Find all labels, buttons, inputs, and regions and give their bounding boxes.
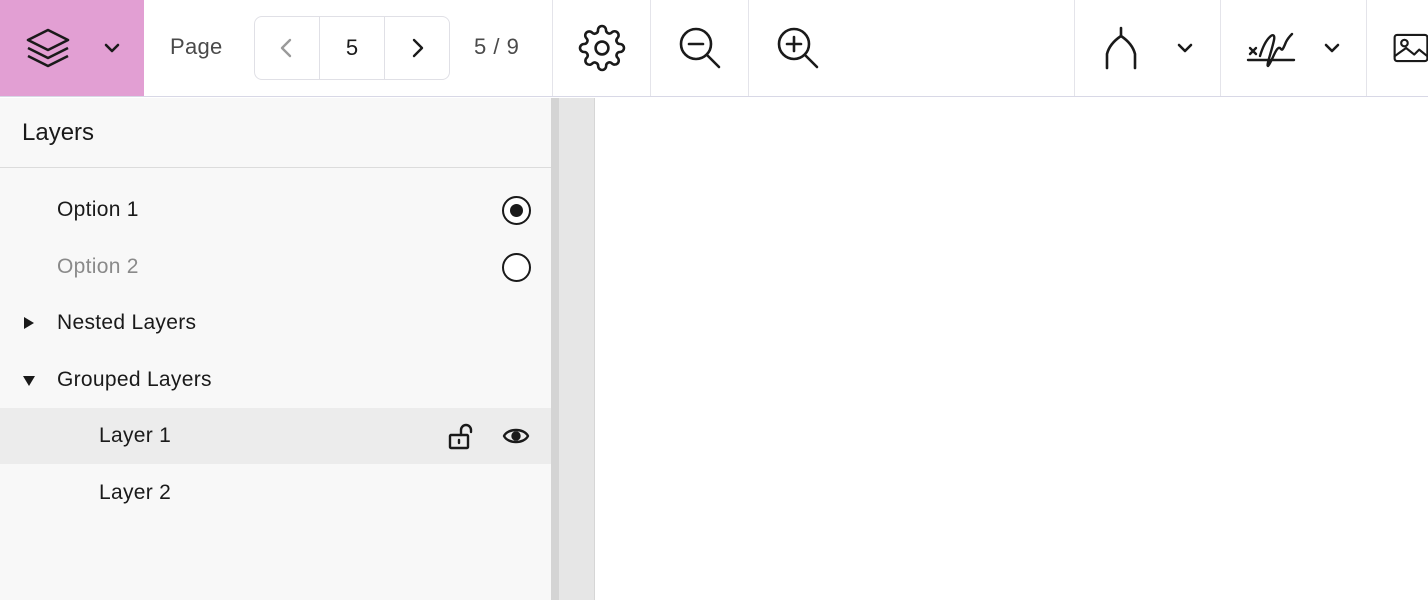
caret-right-icon[interactable]	[22, 316, 36, 330]
layer-label: Layer 1	[99, 424, 172, 447]
chevron-left-icon	[280, 38, 292, 58]
layer-option-row[interactable]: Option 1	[0, 182, 551, 238]
layer-group-label: Nested Layers	[57, 311, 197, 334]
gear-icon	[578, 24, 625, 72]
radio-button-unchecked[interactable]	[502, 252, 531, 282]
radio-dot	[510, 203, 523, 217]
chevron-down-icon	[104, 43, 120, 53]
zoom-out-icon	[679, 27, 720, 69]
layers-panel: Layers Option 1 Option 2 Nested Layers G…	[0, 98, 551, 600]
layer-option-label: Option 1	[57, 198, 139, 221]
layer-label: Layer 2	[99, 481, 172, 504]
layer-group-label: Grouped Layers	[57, 368, 212, 391]
image-icon	[1393, 33, 1428, 63]
layer-row[interactable]: Layer 2	[0, 465, 551, 521]
layer-option-label: Option 2	[57, 255, 139, 278]
eye-icon[interactable]	[502, 424, 530, 448]
chevron-down-icon	[1177, 43, 1192, 53]
chevron-down-icon	[1324, 43, 1339, 53]
previous-page-button[interactable]	[255, 17, 319, 79]
radio-button-checked[interactable]	[502, 195, 531, 225]
panel-scrollbar[interactable]	[551, 98, 559, 600]
settings-button[interactable]	[553, 0, 650, 96]
unlock-icon[interactable]	[447, 423, 475, 451]
zoom-out-button[interactable]	[651, 0, 748, 96]
signature-tool-button[interactable]	[1221, 0, 1366, 96]
next-page-button[interactable]	[385, 17, 449, 79]
signature-icon	[1246, 32, 1295, 68]
document-page[interactable]	[594, 98, 1428, 600]
layers-panel-title: Layers	[0, 98, 551, 168]
caret-down-icon[interactable]	[22, 373, 36, 387]
toolbar: Page 5 5 / 9	[0, 0, 1428, 97]
image-tool-button[interactable]	[1367, 0, 1428, 96]
page-count: 5 / 9	[474, 34, 520, 59]
page-label: Page	[170, 34, 223, 59]
layer-row[interactable]: Layer 1	[0, 408, 551, 464]
layer-option-row[interactable]: Option 2	[0, 239, 551, 295]
current-page-input[interactable]: 5	[319, 17, 385, 79]
zoom-in-icon	[777, 27, 818, 69]
layers-icon	[26, 28, 70, 68]
chevron-right-icon	[412, 38, 424, 58]
layer-group-row[interactable]: Nested Layers	[0, 295, 551, 351]
zoom-in-button[interactable]	[749, 0, 846, 96]
layers-panel-toggle-button[interactable]	[0, 0, 144, 96]
pen-tool-button[interactable]	[1075, 0, 1220, 96]
pen-nib-icon	[1105, 26, 1136, 70]
layer-group-row[interactable]: Grouped Layers	[0, 352, 551, 408]
page-navigator: 5	[254, 16, 450, 80]
